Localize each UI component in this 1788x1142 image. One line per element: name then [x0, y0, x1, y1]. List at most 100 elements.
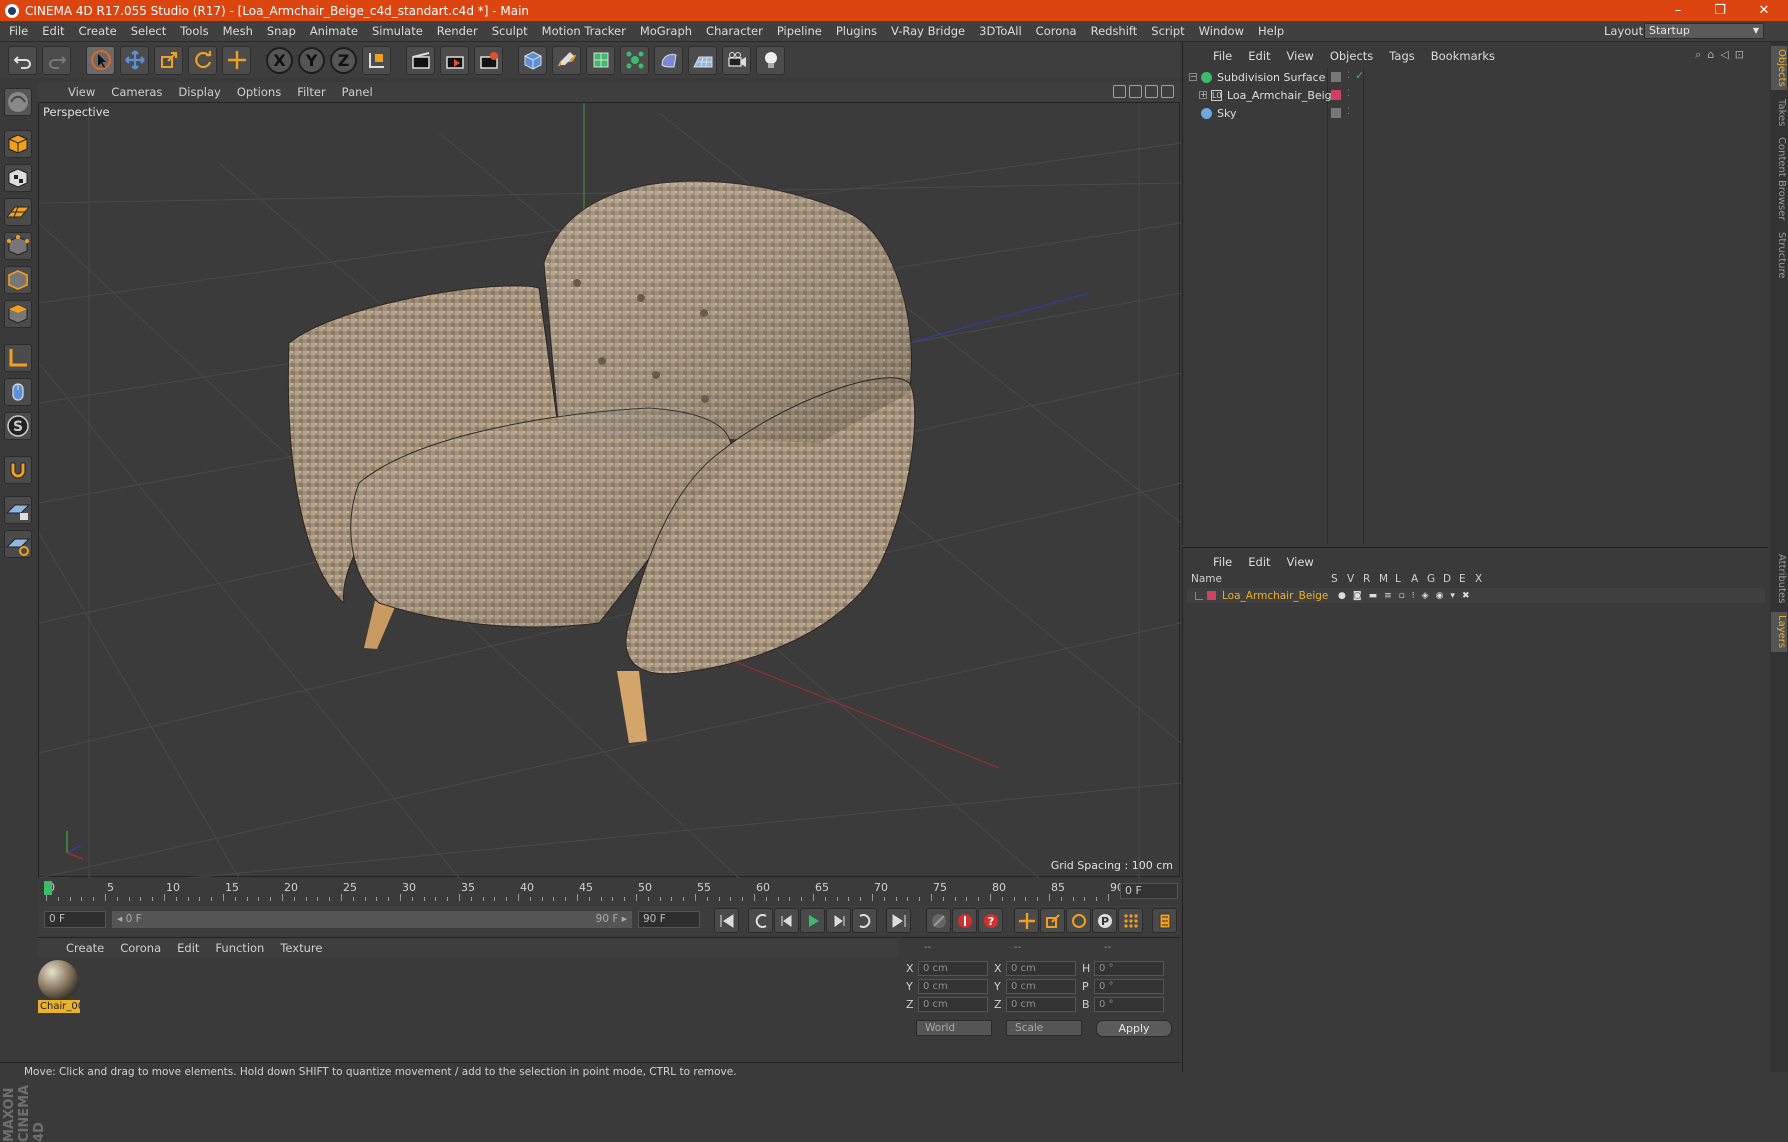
objects-menu-bookmarks[interactable]: Bookmarks	[1423, 49, 1503, 63]
objects-menu-objects[interactable]: Objects	[1322, 49, 1381, 63]
expand-panel-icon[interactable]: ⊡	[1735, 48, 1744, 62]
layers-menu-file[interactable]: File	[1205, 555, 1240, 569]
toggle-layout-icon[interactable]	[1161, 85, 1174, 98]
current-frame-field[interactable]: 0 F	[1120, 883, 1178, 899]
expression-icon[interactable]: ▾	[1450, 591, 1455, 601]
orbit-view-icon[interactable]	[1145, 85, 1158, 98]
collapse-toggle-icon[interactable]: −	[1189, 73, 1197, 81]
rotation-p-field[interactable]: 0 °	[1094, 978, 1164, 994]
viewport-menu-panel[interactable]: Panel	[334, 85, 381, 99]
tab-objects[interactable]: Objects	[1771, 46, 1787, 90]
home-icon[interactable]: ⌂	[1707, 48, 1714, 62]
y-axis-button[interactable]: Y	[298, 46, 325, 74]
menu-create[interactable]: Create	[72, 24, 124, 38]
object-row-subdivision-surface[interactable]: − Subdivision Surface ⁚ ✓	[1183, 68, 1743, 86]
planar-workplane-button[interactable]	[4, 530, 32, 558]
timeline-ruler[interactable]: 051015202530354045505560657075808590 0 F	[38, 879, 1180, 903]
key-parameter-button[interactable]: P	[1092, 908, 1117, 933]
material-name-label[interactable]: Chair_00	[38, 1000, 80, 1013]
menu-render[interactable]: Render	[430, 24, 485, 38]
key-scale-button[interactable]	[1040, 908, 1065, 933]
floor-object-button[interactable]	[688, 45, 717, 75]
view-eye-icon[interactable]: ◙	[1353, 591, 1362, 601]
make-editable-button[interactable]	[4, 88, 32, 116]
menu-sculpt[interactable]: Sculpt	[485, 24, 535, 38]
key-position-button[interactable]	[1014, 908, 1039, 933]
coordinate-system-button[interactable]	[362, 45, 391, 75]
menu-tools[interactable]: Tools	[173, 24, 215, 38]
layers-menu-edit[interactable]: Edit	[1240, 555, 1278, 569]
menu-help[interactable]: Help	[1251, 24, 1291, 38]
render-view-button[interactable]	[406, 45, 435, 75]
pan-view-icon[interactable]	[1113, 85, 1126, 98]
menu-edit[interactable]: Edit	[35, 24, 71, 38]
generator-icon[interactable]: ◈	[1422, 591, 1429, 601]
end-frame-field[interactable]: 90 F	[638, 911, 700, 928]
menu-mograph[interactable]: MoGraph	[633, 24, 699, 38]
menu-vray-bridge[interactable]: V-Ray Bridge	[884, 24, 972, 38]
size-y-field[interactable]: 0 cm	[1006, 978, 1076, 994]
timeline-window-button[interactable]	[1152, 908, 1177, 933]
move-tool-button[interactable]	[120, 45, 149, 75]
next-frame-button[interactable]	[826, 908, 851, 933]
menu-animate[interactable]: Animate	[303, 24, 365, 38]
deformer-button[interactable]	[654, 45, 683, 75]
dolly-view-icon[interactable]	[1129, 85, 1142, 98]
lock-icon[interactable]: ▫	[1399, 591, 1405, 601]
layer-color-swatch[interactable]	[1207, 591, 1216, 600]
frame-range-slider[interactable]: ◂ 0 F 90 F ▸	[112, 911, 632, 928]
goto-end-button[interactable]	[886, 908, 911, 933]
menu-select[interactable]: Select	[124, 24, 173, 38]
rotation-b-field[interactable]: 0 °	[1094, 996, 1164, 1012]
tweak-mode-button[interactable]	[4, 378, 32, 406]
menu-3dtoall[interactable]: 3DToAll	[972, 24, 1029, 38]
axis-mode-button[interactable]	[4, 344, 32, 372]
scale-tool-button[interactable]	[154, 45, 183, 75]
menu-script[interactable]: Script	[1144, 24, 1191, 38]
menu-simulate[interactable]: Simulate	[365, 24, 430, 38]
minimize-button[interactable]: –	[1658, 0, 1698, 21]
edges-mode-button[interactable]	[4, 266, 32, 294]
object-row-sky[interactable]: Sky ⁚	[1183, 104, 1743, 122]
rotate-tool-button[interactable]	[188, 45, 217, 75]
objects-menu-file[interactable]: File	[1205, 49, 1240, 63]
goto-start-button[interactable]	[714, 908, 739, 933]
viewport-menu-options[interactable]: Options	[229, 85, 289, 99]
rotation-h-field[interactable]: 0 °	[1094, 960, 1164, 976]
magnet-button[interactable]	[4, 456, 32, 484]
undo-button[interactable]	[8, 45, 37, 75]
workplane-mode-button[interactable]	[4, 198, 32, 226]
points-mode-button[interactable]	[4, 232, 32, 260]
animation-icon[interactable]: ⁝	[1412, 591, 1415, 601]
tab-layers[interactable]: Layers	[1771, 612, 1787, 652]
menu-mesh[interactable]: Mesh	[216, 24, 260, 38]
viewport-menu-filter[interactable]: Filter	[289, 85, 333, 99]
viewport-menu-view[interactable]: View	[60, 85, 103, 99]
playhead-marker[interactable]	[44, 881, 52, 895]
coordinate-space-dropdown[interactable]: World	[916, 1020, 992, 1036]
menu-file[interactable]: File	[2, 24, 35, 38]
size-x-field[interactable]: 0 cm	[1006, 960, 1076, 976]
layout-dropdown[interactable]: Startup	[1644, 23, 1764, 39]
transform-mode-dropdown[interactable]: Scale	[1006, 1020, 1082, 1036]
autokeying-button[interactable]	[952, 908, 977, 933]
objects-menu-tags[interactable]: Tags	[1381, 49, 1422, 63]
transform-tool-button[interactable]	[222, 45, 251, 75]
visibility-dots-icon[interactable]: ⁚	[1347, 107, 1350, 117]
tab-structure[interactable]: Structure	[1771, 228, 1787, 282]
start-frame-field[interactable]: 0 F	[44, 911, 106, 928]
xref-icon[interactable]: ✖	[1462, 591, 1470, 601]
viewport-menu-display[interactable]: Display	[170, 85, 228, 99]
play-button[interactable]	[800, 908, 825, 933]
render-icon[interactable]: ▬	[1369, 591, 1378, 601]
polygons-mode-button[interactable]	[4, 300, 32, 328]
layers-menu-view[interactable]: View	[1279, 555, 1322, 569]
position-z-field[interactable]: 0 cm	[918, 996, 988, 1012]
lock-workplane-button[interactable]	[4, 496, 32, 524]
model-mode-button[interactable]	[4, 130, 32, 158]
material-menu-create[interactable]: Create	[58, 941, 112, 955]
texture-mode-button[interactable]	[4, 164, 32, 192]
key-pla-button[interactable]	[1118, 908, 1143, 933]
object-row-armchair[interactable]: + L0 Loa_Armchair_Beige ⁚	[1183, 86, 1743, 104]
tab-content-browser[interactable]: Content Browser	[1771, 136, 1787, 222]
